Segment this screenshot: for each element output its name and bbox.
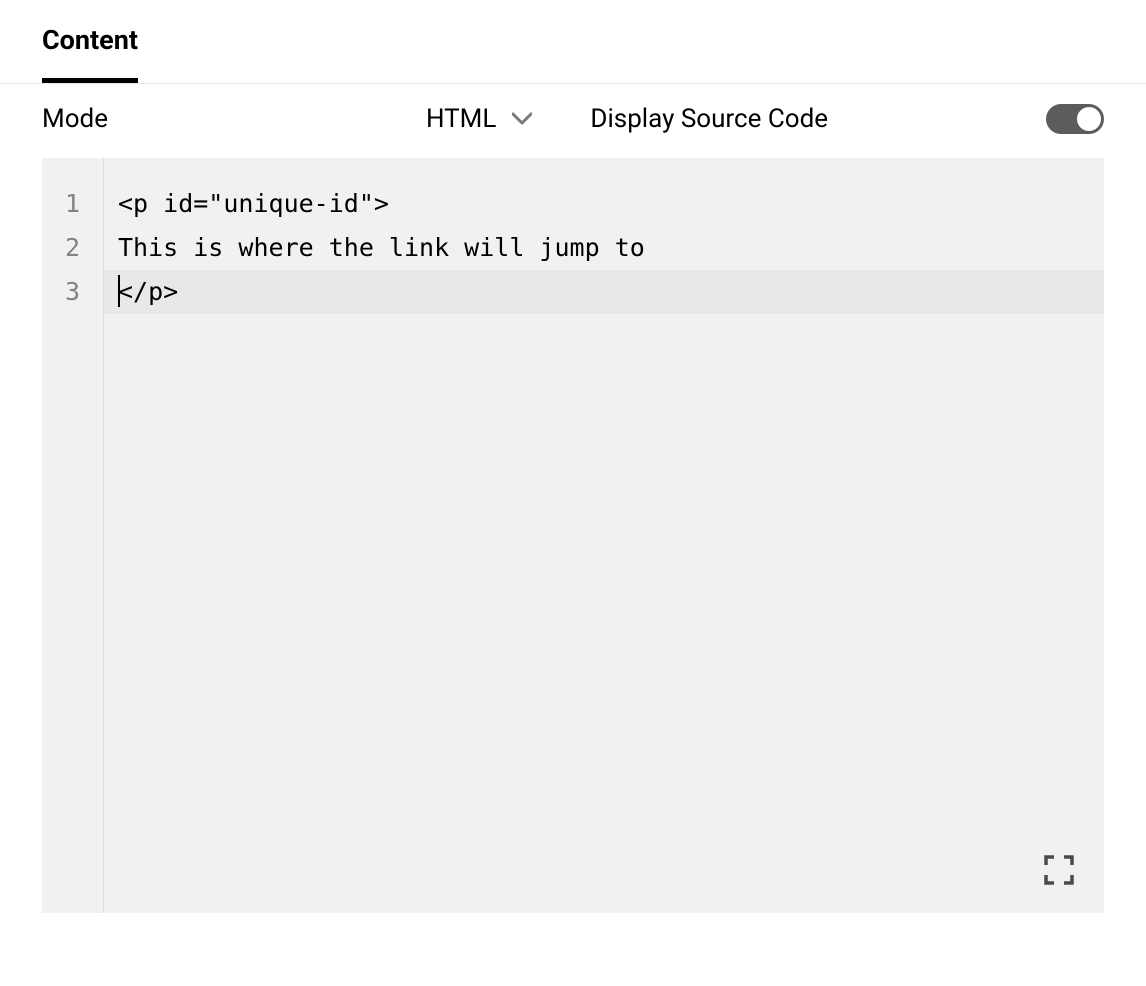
tab-bar: Content [0, 0, 1146, 84]
chevron-down-icon [512, 109, 532, 129]
mode-select[interactable]: HTML [426, 104, 532, 134]
toggle-knob [1077, 107, 1101, 131]
mode-select-value: HTML [426, 104, 496, 134]
code-text: </p> [118, 277, 178, 306]
controls-row: Mode HTML Display Source Code [0, 84, 1146, 158]
code-line[interactable]: This is where the link will jump to [104, 226, 1104, 270]
line-number: 2 [42, 226, 103, 270]
display-source-code-label: Display Source Code [590, 104, 828, 134]
tab-content[interactable]: Content [42, 24, 138, 83]
text-cursor [118, 275, 120, 307]
expand-icon[interactable] [1044, 855, 1074, 885]
display-source-toggle[interactable] [1046, 104, 1104, 134]
code-line[interactable]: <p id="unique-id"> [104, 182, 1104, 226]
content-editor-panel: Content Mode HTML Display Source Code 1 … [0, 0, 1146, 913]
line-number: 3 [42, 270, 103, 314]
line-number: 1 [42, 182, 103, 226]
line-number-gutter: 1 2 3 [42, 158, 104, 913]
code-line[interactable]: </p> [104, 270, 1104, 314]
mode-label: Mode [42, 104, 108, 134]
code-editor[interactable]: 1 2 3 <p id="unique-id"> This is where t… [42, 158, 1104, 913]
code-area[interactable]: <p id="unique-id"> This is where the lin… [104, 158, 1104, 913]
